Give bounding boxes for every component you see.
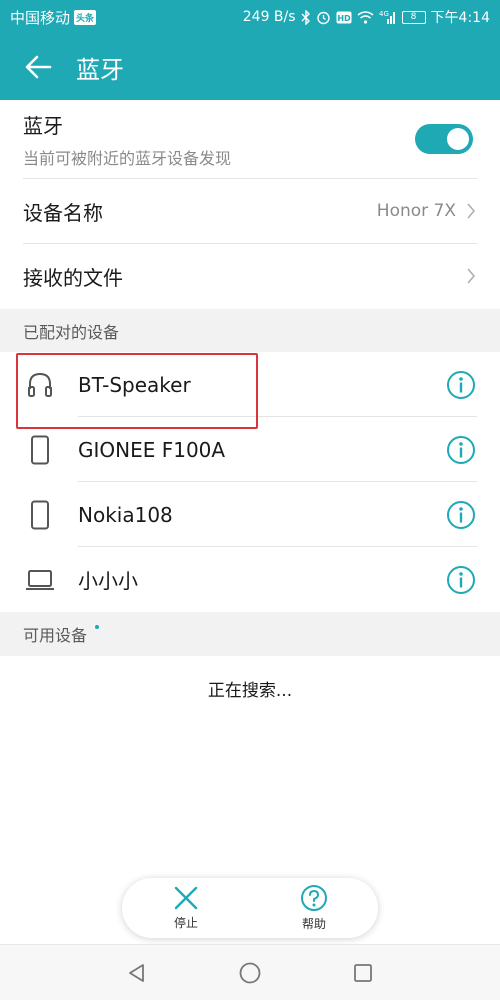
bluetooth-toggle-row[interactable]: 蓝牙 当前可被附近的蓝牙设备发现 xyxy=(0,100,500,178)
available-devices-header: 可用设备 xyxy=(0,612,500,656)
bluetooth-text: 蓝牙 当前可被附近的蓝牙设备发现 xyxy=(23,110,231,169)
phone-icon xyxy=(24,499,56,531)
battery-icon: 8 xyxy=(401,10,426,24)
carrier-badge: 头条 xyxy=(74,9,97,25)
toggle-knob xyxy=(447,128,469,150)
alarm-icon xyxy=(316,10,331,25)
info-icon[interactable] xyxy=(446,565,476,595)
bluetooth-title: 蓝牙 xyxy=(23,113,63,138)
scanning-dot xyxy=(95,625,100,629)
arrow-left-icon xyxy=(25,55,52,79)
paired-devices-header: 已配对的设备 xyxy=(0,309,500,352)
device-name: Nokia108 xyxy=(78,502,173,527)
clock: 下午4:14 xyxy=(430,10,490,26)
network-speed: 249 B/s xyxy=(242,9,296,25)
info-icon[interactable] xyxy=(446,435,476,465)
status-right: 249 B/s HD 4G 8 下午4:14 xyxy=(243,7,490,27)
info-icon[interactable] xyxy=(446,370,476,400)
device-name-value: Honor 7X xyxy=(376,201,456,221)
phone-icon xyxy=(24,434,56,466)
nav-back-button[interactable] xyxy=(123,959,151,987)
bottom-actions: 停止 帮助 xyxy=(122,878,378,938)
signal-icon: 4G xyxy=(379,10,397,24)
stop-button[interactable]: 停止 xyxy=(146,885,226,931)
page-title: 蓝牙 xyxy=(76,55,124,84)
hd-icon: HD xyxy=(336,11,352,24)
back-button[interactable] xyxy=(0,34,76,100)
searching-status: 正在搜索... xyxy=(207,681,293,701)
received-files-row[interactable]: 接收的文件 xyxy=(0,244,500,308)
help-button[interactable]: 帮助 xyxy=(274,884,354,932)
device-name: 小小小 xyxy=(78,569,138,593)
triangle-back-icon xyxy=(128,963,144,982)
device-name-label: 设备名称 xyxy=(23,200,103,225)
bluetooth-status-icon xyxy=(301,9,311,25)
stop-label: 停止 xyxy=(173,916,198,930)
chevron-right-icon xyxy=(467,203,476,219)
device-name-row[interactable]: 设备名称 Honor 7X xyxy=(0,179,500,243)
nav-home-button[interactable] xyxy=(236,959,264,987)
status-left: 中国移动 头条 xyxy=(10,7,97,28)
paired-device-row[interactable]: 小小小 xyxy=(0,547,500,612)
laptop-icon xyxy=(24,564,56,596)
received-files-label: 接收的文件 xyxy=(23,265,123,290)
app-bar: 蓝牙 xyxy=(0,34,500,100)
paired-device-row[interactable]: Nokia108 xyxy=(0,482,500,547)
wifi-icon xyxy=(357,10,374,24)
carrier-name: 中国移动 xyxy=(10,8,71,27)
chevron-right-icon xyxy=(467,268,476,284)
close-icon xyxy=(174,886,198,910)
device-name: GIONEE F100A xyxy=(78,437,226,462)
available-devices-label: 可用设备 xyxy=(23,626,88,645)
help-icon xyxy=(301,885,327,911)
device-name: BT-Speaker xyxy=(78,372,191,397)
battery-level: 8 xyxy=(410,12,417,22)
bluetooth-subtitle: 当前可被附近的蓝牙设备发现 xyxy=(23,148,232,168)
status-bar: 中国移动 头条 249 B/s HD 4G 8 下午4:14 xyxy=(0,0,500,34)
info-icon[interactable] xyxy=(446,500,476,530)
headphones-icon xyxy=(24,369,56,401)
bluetooth-toggle[interactable] xyxy=(415,124,473,154)
paired-device-row[interactable]: BT-Speaker xyxy=(0,352,500,417)
circle-home-icon xyxy=(239,962,261,983)
nav-recents-button[interactable] xyxy=(349,959,377,987)
network-type: 4G xyxy=(379,10,389,18)
square-recents-icon xyxy=(354,963,373,982)
svg-text:HD: HD xyxy=(337,14,351,23)
help-label: 帮助 xyxy=(301,917,326,931)
system-nav-bar xyxy=(0,944,500,1000)
paired-device-row[interactable]: GIONEE F100A xyxy=(0,417,500,482)
